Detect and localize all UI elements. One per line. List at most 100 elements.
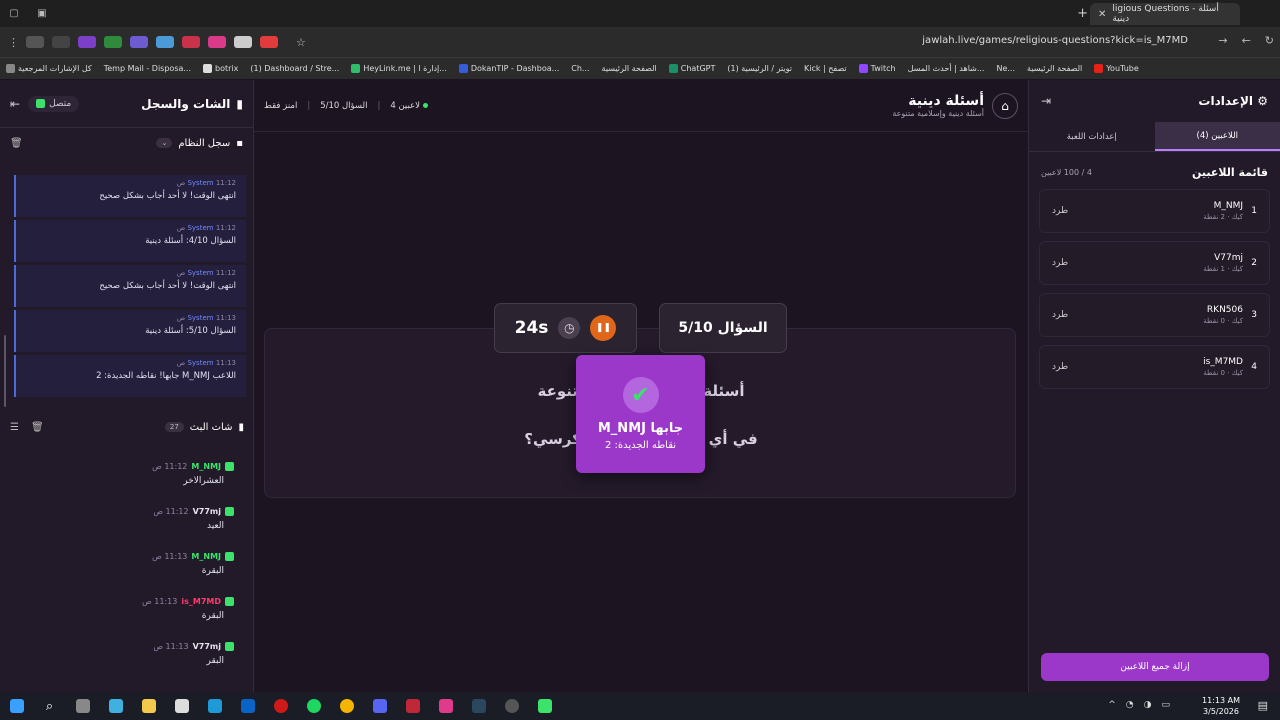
- bookmark-item[interactable]: ChatGPT: [663, 64, 722, 73]
- kick-app-icon[interactable]: [528, 692, 561, 720]
- collapse-panel-icon[interactable]: ⇥: [1041, 94, 1051, 108]
- settings-panel: ⚙ الإعدادات ⇥ اللاعبين (4) إعدادات اللعب…: [1028, 80, 1280, 692]
- close-tab-icon[interactable]: ✕: [1098, 9, 1106, 20]
- volume-icon[interactable]: ◑: [1144, 700, 1152, 710]
- steam-icon[interactable]: [462, 692, 495, 720]
- system-log-header: ▪ سجل النظام ⌄ 🗑: [10, 137, 243, 149]
- taskbar-clock[interactable]: 11:13 AM 3/5/2026: [1202, 695, 1240, 717]
- player-row: 1 M_NMJ كيك · 2 نقطة طرد: [1039, 189, 1270, 233]
- bookmark-star-icon[interactable]: ☆: [296, 36, 306, 49]
- bookmark-item[interactable]: الصفحة الرئيسية: [1021, 64, 1088, 73]
- extension-icon[interactable]: [208, 36, 226, 48]
- bookmark-item[interactable]: الصفحة الرئيسية: [596, 64, 663, 73]
- extension-icon[interactable]: [104, 36, 122, 48]
- kick-player-button[interactable]: طرد: [1052, 362, 1068, 372]
- pause-button[interactable]: ❚❚: [590, 315, 617, 341]
- bookmark-item[interactable]: YouTube: [1088, 64, 1145, 73]
- bookmark-item[interactable]: شاهد | أحدث المسل...: [902, 64, 991, 73]
- question-number-box: السؤال 5/10: [659, 303, 787, 353]
- clock-icon: ◷: [558, 317, 581, 339]
- url-input[interactable]: jawlah.live/games/religious-questions?ki…: [922, 35, 1188, 46]
- home-icon[interactable]: ⌂: [992, 92, 1018, 119]
- popup-subtitle: نقاطه الجديدة: 2: [604, 440, 677, 451]
- spotify-icon[interactable]: [297, 692, 330, 720]
- bookmark-item[interactable]: Twitch: [853, 64, 902, 73]
- wifi-icon[interactable]: ◔: [1126, 700, 1134, 710]
- bookmark-item[interactable]: كل الإشارات المرجعية: [0, 64, 98, 73]
- extension-icon[interactable]: [52, 36, 70, 48]
- app-icon[interactable]: [429, 692, 462, 720]
- scrollbar[interactable]: [4, 335, 6, 407]
- forward-icon[interactable]: →: [1218, 34, 1227, 47]
- collapse-chevron-icon[interactable]: ⌄: [156, 138, 173, 148]
- extension-icon[interactable]: [26, 36, 44, 48]
- bookmark-item[interactable]: DokanTIP - Dashboa...: [453, 64, 565, 73]
- discord-icon[interactable]: [363, 692, 396, 720]
- mail-icon[interactable]: [231, 692, 264, 720]
- bookmark-item[interactable]: Kick | تصفح: [798, 64, 853, 73]
- bookmark-item[interactable]: botrix: [197, 64, 244, 73]
- chevron-up-icon[interactable]: ^: [1108, 700, 1116, 710]
- extension-icon[interactable]: [182, 36, 200, 48]
- chat-message: M_NMJ 11:13 ص البقرة: [0, 550, 246, 595]
- filter-icon[interactable]: ☰: [10, 422, 19, 433]
- app-icon[interactable]: [396, 692, 429, 720]
- file-explorer-icon[interactable]: [132, 692, 165, 720]
- store-icon[interactable]: [165, 692, 198, 720]
- edge-icon[interactable]: [198, 692, 231, 720]
- remove-all-players-button[interactable]: إزالة جميع اللاعبين: [1041, 653, 1269, 681]
- back-icon[interactable]: ←: [1242, 34, 1251, 47]
- browser-tab[interactable]: ✕ ligious Questions - أسئلة دينية: [1090, 3, 1240, 25]
- clear-chat-icon[interactable]: 🗑: [31, 422, 44, 433]
- chrome-icon[interactable]: [330, 692, 363, 720]
- new-tab-button[interactable]: +: [1077, 6, 1088, 21]
- system-log-icon: ▪: [236, 137, 243, 149]
- chat-icon: ▮: [236, 96, 243, 111]
- extension-icon[interactable]: [130, 36, 148, 48]
- collapse-panel-icon[interactable]: ⇤: [10, 97, 20, 111]
- player-row: 2 V77mj كيك · 1 نقطة طرد: [1039, 241, 1270, 285]
- window-menu-icon[interactable]: ▢: [0, 8, 28, 19]
- opera-icon[interactable]: [264, 692, 297, 720]
- task-view-icon[interactable]: [66, 692, 99, 720]
- tab-players[interactable]: اللاعبين (4): [1154, 122, 1280, 151]
- kick-player-button[interactable]: طرد: [1052, 310, 1068, 320]
- restore-icon[interactable]: ▣: [28, 8, 56, 19]
- bookmark-item[interactable]: Temp Mail - Disposa...: [98, 64, 197, 73]
- windows-start-icon[interactable]: [0, 692, 33, 720]
- obs-icon[interactable]: [495, 692, 528, 720]
- bookmark-item[interactable]: Ch...: [565, 64, 595, 73]
- reload-icon[interactable]: ↻: [1265, 34, 1274, 47]
- tab-game-settings[interactable]: إعدادات اللعبة: [1029, 122, 1155, 151]
- chat-panel-title: ▮ الشات والسجل: [141, 96, 243, 111]
- extension-icon[interactable]: [260, 36, 278, 48]
- battery-icon[interactable]: ▭: [1161, 700, 1170, 710]
- browser-tabbar: ▢ ▣ + ✕ ligious Questions - أسئلة دينية: [0, 0, 1280, 27]
- chat-message: is_M7MD 11:13 ص البقرة: [0, 595, 246, 640]
- game-subtitle: أسئلة دينية وإسلامية متنوعة: [892, 109, 984, 118]
- bookmark-item[interactable]: (1) تويتر / الرئيسية: [721, 64, 798, 73]
- kick-player-button[interactable]: طرد: [1052, 258, 1068, 268]
- player-row: 3 RKN506 كيك · 0 نقطة طرد: [1039, 293, 1270, 337]
- extension-icon[interactable]: [156, 36, 174, 48]
- players-list-title: قائمة اللاعبين: [1192, 166, 1268, 179]
- chat-icon: ▮: [238, 421, 244, 433]
- player-row: 4 is_M7MD كيك · 0 نقطة طرد: [1039, 345, 1270, 389]
- bookmark-item[interactable]: (1) Dashboard / Stre...: [244, 64, 345, 73]
- bookmarks-bar: كل الإشارات المرجعية Temp Mail - Disposa…: [0, 57, 1280, 79]
- search-icon[interactable]: ⌕: [33, 692, 66, 720]
- clear-log-icon[interactable]: 🗑: [10, 138, 23, 149]
- connection-status: متصل: [28, 95, 80, 112]
- bookmark-item[interactable]: HeyLink.me | إدارة ا...: [345, 64, 453, 73]
- correct-answer-popup: ✔ M_NMJ جابها نقاطه الجديدة: 2: [576, 355, 705, 473]
- chat-panel: ⇤ متصل ▮ الشات والسجل ▪ سجل النظام ⌄ 🗑 S…: [0, 80, 254, 692]
- game-title: أسئلة دينية: [908, 93, 984, 109]
- copilot-icon[interactable]: [99, 692, 132, 720]
- kick-player-button[interactable]: طرد: [1052, 206, 1068, 216]
- extension-icon[interactable]: [78, 36, 96, 48]
- notification-icon[interactable]: ▤: [1258, 699, 1268, 712]
- system-tray: ^ ◔ ◑ ▭: [1108, 700, 1170, 710]
- bookmark-item[interactable]: Ne...: [990, 64, 1021, 73]
- extension-icon[interactable]: [234, 36, 252, 48]
- menu-dots-icon[interactable]: ⋮: [8, 36, 22, 49]
